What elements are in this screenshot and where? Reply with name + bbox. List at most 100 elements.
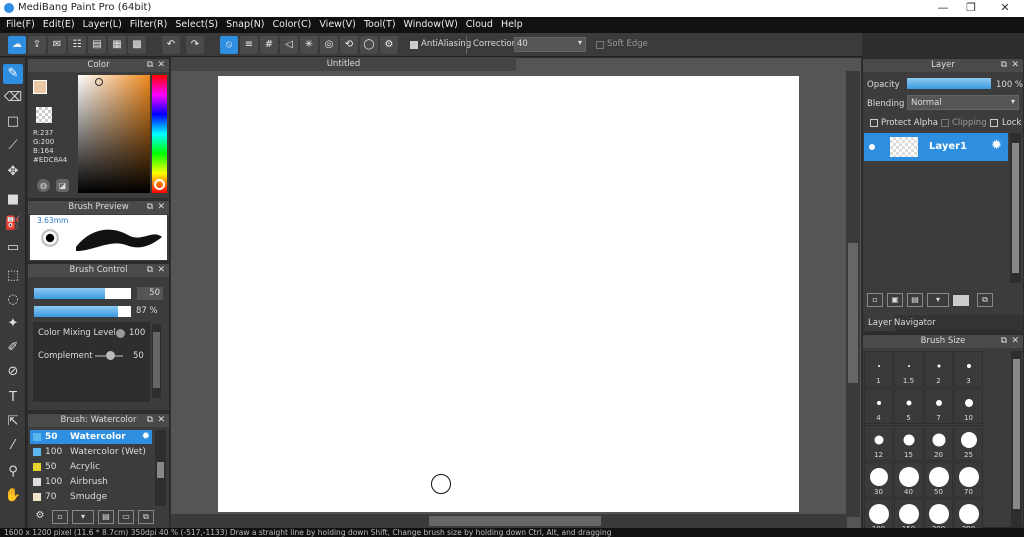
duplicate-icon[interactable]: ⧉	[138, 510, 154, 524]
eyedropper-tool-icon[interactable]: ⚲	[3, 462, 23, 482]
select-eraser-tool-icon[interactable]: ⊘	[3, 362, 23, 382]
layer-opacity-slider[interactable]	[907, 78, 991, 89]
menu-select[interactable]: Select(S)	[173, 17, 224, 33]
redo-icon[interactable]: ↷	[186, 36, 204, 54]
close-icon[interactable]: ✕	[157, 59, 165, 72]
brush-size-slider[interactable]	[34, 288, 131, 299]
brush-list-scrollbar[interactable]	[155, 430, 166, 506]
minimize-button[interactable]: —	[928, 1, 958, 16]
brush-size-cell[interactable]: 200	[924, 499, 953, 528]
gear-icon[interactable]: ✹	[142, 430, 150, 444]
detach-icon[interactable]: ⧉	[147, 201, 153, 214]
brush-tool-icon[interactable]: ✎	[3, 64, 23, 84]
chat-icon[interactable]: ☷	[68, 36, 86, 54]
hue-cursor[interactable]	[154, 179, 165, 190]
scroll-thumb[interactable]	[429, 516, 601, 526]
text-tool-icon[interactable]: T	[3, 388, 23, 408]
snap-radial-icon[interactable]: ✳	[300, 36, 318, 54]
brush-item-airbrush[interactable]: 100 Airbrush	[30, 475, 152, 489]
menu-file[interactable]: File(F)	[4, 17, 41, 33]
brush-settings-icon[interactable]: ▤	[98, 510, 114, 524]
detach-icon[interactable]: ⧉	[147, 264, 153, 277]
brush-size-cell[interactable]: 20	[924, 425, 953, 461]
brush-size-cell[interactable]: 150	[894, 499, 923, 528]
brush-size-cell[interactable]: 100	[864, 499, 893, 528]
canvas-page[interactable]	[218, 76, 799, 512]
add-layer-menu-icon[interactable]: ▾	[927, 293, 949, 307]
foreground-color-swatch[interactable]	[33, 80, 47, 94]
transparent-swatch[interactable]	[36, 107, 52, 123]
visibility-icon[interactable]	[869, 144, 875, 150]
correction-select[interactable]: 40 ▾	[514, 37, 586, 52]
share-icon[interactable]: ⇪	[28, 36, 46, 54]
brush-size-cell[interactable]: 300	[954, 499, 983, 528]
scroll-thumb[interactable]	[153, 332, 160, 388]
canvas-horizontal-scrollbar[interactable]	[171, 514, 847, 528]
new-8bit-layer-icon[interactable]: ▤	[907, 293, 923, 307]
close-icon[interactable]: ✕	[1011, 335, 1019, 348]
grid-icon[interactable]: ▩	[128, 36, 146, 54]
color-mixing-knob[interactable]	[116, 329, 125, 338]
menu-layer[interactable]: Layer(L)	[81, 17, 128, 33]
brush-size-cell[interactable]: 10	[954, 388, 983, 424]
brush-size-cell[interactable]: 2	[924, 351, 953, 387]
snap-circle-icon[interactable]: ◎	[320, 36, 338, 54]
brush-item-smudge[interactable]: 70 Smudge	[30, 490, 152, 504]
folder-icon[interactable]: ▭	[118, 510, 134, 524]
hand-tool-icon[interactable]: ✋	[3, 486, 23, 506]
menu-help[interactable]: Help	[499, 17, 529, 33]
brush-size-cell[interactable]: 25	[954, 425, 983, 461]
tab-navigator[interactable]: Navigator	[894, 318, 936, 328]
divide-tool-icon[interactable]: ⁄	[3, 436, 23, 456]
menu-edit[interactable]: Edit(E)	[41, 17, 81, 33]
menu-cloud[interactable]: Cloud	[464, 17, 499, 33]
close-icon[interactable]: ✕	[157, 414, 165, 427]
brush-size-value[interactable]: 50	[137, 287, 163, 300]
protect-alpha-checkbox[interactable]	[870, 119, 878, 127]
select-pen-tool-icon[interactable]: ✐	[3, 338, 23, 358]
brush-control-scrollbar[interactable]	[152, 324, 161, 398]
brush-size-cell[interactable]: 50	[924, 462, 953, 498]
close-icon[interactable]: ✕	[157, 264, 165, 277]
soft-edge-checkbox[interactable]	[596, 41, 604, 49]
menu-window[interactable]: Window(W)	[402, 17, 464, 33]
brush-download-icon[interactable]: ⚙	[32, 510, 48, 524]
undo-icon[interactable]: ↶	[162, 36, 180, 54]
menu-color[interactable]: Color(C)	[271, 17, 318, 33]
line-tool-icon[interactable]: ⟋	[3, 136, 23, 156]
brush-size-cell[interactable]: 1	[864, 351, 893, 387]
menu-view[interactable]: View(V)	[317, 17, 361, 33]
document-tab[interactable]: Untitled	[171, 57, 516, 71]
layer-row-layer1[interactable]: Layer1 ✹	[864, 133, 1008, 161]
bucket-tool-icon[interactable]: ⛽	[3, 214, 23, 234]
rectangle-tool-icon[interactable]: □	[3, 112, 23, 132]
tab-layer[interactable]: Layer	[865, 315, 895, 331]
brush-size-cell[interactable]: 5	[894, 388, 923, 424]
lock-checkbox[interactable]	[990, 119, 998, 127]
comment-icon[interactable]: ✉	[48, 36, 66, 54]
add-brush-icon[interactable]: ▾	[72, 510, 94, 524]
scroll-thumb[interactable]	[157, 462, 164, 478]
brush-size-cell[interactable]: 70	[954, 462, 983, 498]
brush-size-cell[interactable]: 4	[864, 388, 893, 424]
canvas-vertical-scrollbar[interactable]	[846, 71, 860, 517]
new-layer-icon[interactable]: ▫	[867, 293, 883, 307]
brush-size-scrollbar[interactable]	[1011, 351, 1022, 527]
sv-cursor[interactable]	[95, 78, 103, 86]
cloud-icon[interactable]: ☁	[8, 36, 26, 54]
page-list-icon[interactable]: ▦	[108, 36, 126, 54]
brush-size-cell[interactable]: 15	[894, 425, 923, 461]
close-icon[interactable]: ✕	[1011, 59, 1019, 72]
clipping-checkbox[interactable]	[941, 119, 949, 127]
menu-tool[interactable]: Tool(T)	[362, 17, 402, 33]
fill-rect-tool-icon[interactable]: ■	[3, 190, 23, 210]
magic-wand-tool-icon[interactable]: ✦	[3, 314, 23, 334]
duplicate-layer-icon[interactable]: ⧉	[977, 293, 993, 307]
detach-icon[interactable]: ⧉	[147, 414, 153, 427]
gradient-tool-icon[interactable]: ▭	[3, 238, 23, 258]
snap-curve-icon[interactable]: ⟲	[340, 36, 358, 54]
folder-icon[interactable]	[953, 295, 969, 306]
brush-opacity-slider[interactable]	[34, 306, 131, 317]
scroll-thumb[interactable]	[1013, 359, 1020, 509]
hue-slider[interactable]	[152, 75, 167, 193]
